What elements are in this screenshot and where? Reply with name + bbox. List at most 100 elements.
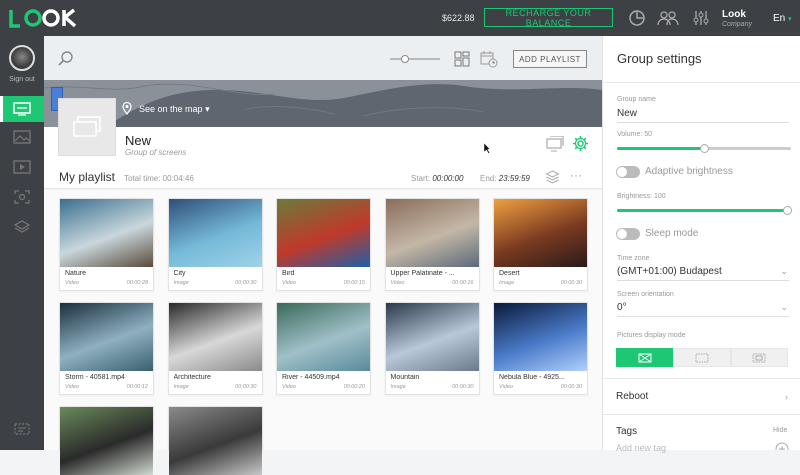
playlist-item[interactable] <box>59 406 154 475</box>
display-mode-label: Pictures display mode <box>617 332 686 339</box>
playlist-item-type: Video <box>282 280 296 286</box>
playlist-item-duration: 00:00:15 <box>343 280 365 286</box>
divider <box>617 280 789 281</box>
playlist-item-thumbnail <box>60 407 153 475</box>
playlist-item-duration: 00:00:30 <box>560 384 582 390</box>
adaptive-brightness-toggle[interactable] <box>616 166 640 178</box>
brightness-knob[interactable] <box>783 206 792 215</box>
volume-knob[interactable] <box>700 144 709 153</box>
screens-icon <box>13 102 31 116</box>
playlist-item-title: Nature <box>65 270 87 277</box>
layers-icon[interactable] <box>545 170 560 184</box>
chevron-down-icon: ⌄ <box>780 302 788 312</box>
divider <box>603 414 800 415</box>
brightness-fill <box>617 209 791 212</box>
search-icon[interactable] <box>57 50 75 68</box>
sidebar-item-screens[interactable] <box>0 96 44 122</box>
schedule-calendar-icon[interactable] <box>480 51 498 68</box>
tags-hide-link[interactable]: Hide <box>773 427 787 434</box>
users-icon[interactable] <box>657 9 679 27</box>
orientation-select[interactable]: 0° <box>617 302 627 313</box>
playlist-end[interactable]: End: 23:59:59 <box>480 174 530 183</box>
video-icon <box>13 160 31 174</box>
playlist-item[interactable] <box>167 406 263 475</box>
look-logo[interactable] <box>9 7 79 29</box>
add-tag-input[interactable]: Add new tag <box>616 443 666 453</box>
playlist-item[interactable]: Storm - 40581.mp4 Video 00:00:12 <box>59 302 154 395</box>
timezone-select[interactable]: (GMT+01:00) Budapest <box>617 266 722 277</box>
group-thumbnail[interactable] <box>58 98 116 156</box>
center-mode-icon <box>752 353 766 362</box>
sidebar-item-images[interactable] <box>0 124 44 150</box>
display-mode-fit[interactable] <box>673 348 731 367</box>
fit-mode-icon <box>695 353 709 362</box>
more-options-icon[interactable]: ··· <box>570 168 582 182</box>
playlist-item-thumbnail <box>60 199 153 267</box>
analytics-icon[interactable] <box>628 9 646 27</box>
brightness-label: Brightness: 100 <box>617 193 666 200</box>
display-mode-fill[interactable] <box>616 348 674 367</box>
group-name: New <box>125 133 152 148</box>
sidebar-item-video[interactable] <box>0 154 44 180</box>
balance-amount: $622.88 <box>442 13 475 23</box>
help-chat-icon[interactable] <box>14 423 30 437</box>
playlist-item-title: Architecture <box>173 374 211 381</box>
zoom-slider[interactable] <box>390 54 440 64</box>
display-mode-center[interactable] <box>730 348 788 367</box>
playlist-item-duration: 00:00:20 <box>343 384 365 390</box>
start-value: 00:00:00 <box>432 174 464 183</box>
playlist-item[interactable]: River - 44509.mp4 Video 00:00:20 <box>276 302 371 395</box>
add-tag-icon[interactable] <box>775 442 789 450</box>
end-value: 23:59:59 <box>498 174 530 183</box>
volume-label: Volume: 50 <box>617 131 653 138</box>
grid-view-icon[interactable] <box>454 51 470 67</box>
reboot-item[interactable]: Reboot <box>616 391 648 402</box>
playlist-item-thumbnail <box>60 303 153 371</box>
group-settings-gear-icon[interactable] <box>572 135 589 152</box>
screens-group-icon <box>73 116 101 137</box>
playlist-item-title: Bird <box>282 270 295 277</box>
sleep-mode-toggle[interactable] <box>616 228 640 240</box>
playlist-item[interactable]: Desert Image 00:00:30 <box>493 198 588 291</box>
brightness-slider[interactable] <box>617 206 792 215</box>
group-name-field[interactable]: New <box>617 108 637 119</box>
playlist-item[interactable]: Architecture Image 00:00:30 <box>167 302 263 395</box>
screens-config-icon[interactable] <box>546 136 564 152</box>
playlist-item-type: Video <box>499 384 513 390</box>
playlist-item-duration: 00:00:16 <box>452 280 474 286</box>
playlist-item[interactable]: Nature Video 00:00:28 <box>59 198 154 291</box>
divider <box>603 378 800 379</box>
group-settings-panel: Group settings Group name New Volume: 50… <box>602 36 800 450</box>
add-playlist-button[interactable]: ADD PLAYLIST <box>513 50 587 68</box>
playlist-item-type: Image <box>173 280 189 286</box>
playlist-item-thumbnail <box>168 199 262 267</box>
end-label: End: <box>480 174 497 183</box>
equalizer-settings-icon[interactable] <box>692 9 710 27</box>
recharge-balance-button[interactable]: RECHARGE YOUR BALANCE <box>484 8 613 28</box>
playlist-item-type: Video <box>65 384 79 390</box>
see-on-map-link[interactable]: See on the map ▾ <box>139 104 210 115</box>
chevron-down-icon: ▾ <box>788 16 792 23</box>
chevron-down-icon: ▾ <box>205 104 210 114</box>
user-name[interactable]: Look <box>722 9 746 20</box>
sleep-mode-label: Sleep mode <box>645 228 699 239</box>
sidebar-item-focus[interactable] <box>0 184 44 210</box>
playlist-item[interactable]: Bird Video 00:00:15 <box>276 198 371 291</box>
playlist-item-title: City <box>173 270 186 277</box>
sign-out-link[interactable]: Sign out <box>0 76 44 83</box>
playlist-item[interactable]: City Image 00:00:30 <box>167 198 263 291</box>
sidebar-item-layers[interactable] <box>0 214 44 240</box>
playlist-item-thumbnail <box>168 303 262 371</box>
playlist-item-type: Image <box>499 280 515 286</box>
playlist-title[interactable]: My playlist <box>59 170 115 184</box>
language-selector[interactable]: En ▾ <box>773 13 792 24</box>
playlist-start[interactable]: Start: 00:00:00 <box>411 174 464 183</box>
playlist-item[interactable]: Nebula Blue - 4925... Video 00:00:30 <box>493 302 588 395</box>
playlist-item-type: Video <box>282 384 296 390</box>
playlist-item[interactable]: Mountain Image 00:00:30 <box>384 302 480 395</box>
volume-slider[interactable] <box>617 144 791 153</box>
avatar[interactable] <box>9 45 35 71</box>
playlist-item-thumbnail <box>277 199 370 267</box>
playlist-item[interactable]: Upper Palatinate - ... Video 00:00:16 <box>384 198 480 291</box>
playlist-item-title: Desert <box>499 270 520 277</box>
